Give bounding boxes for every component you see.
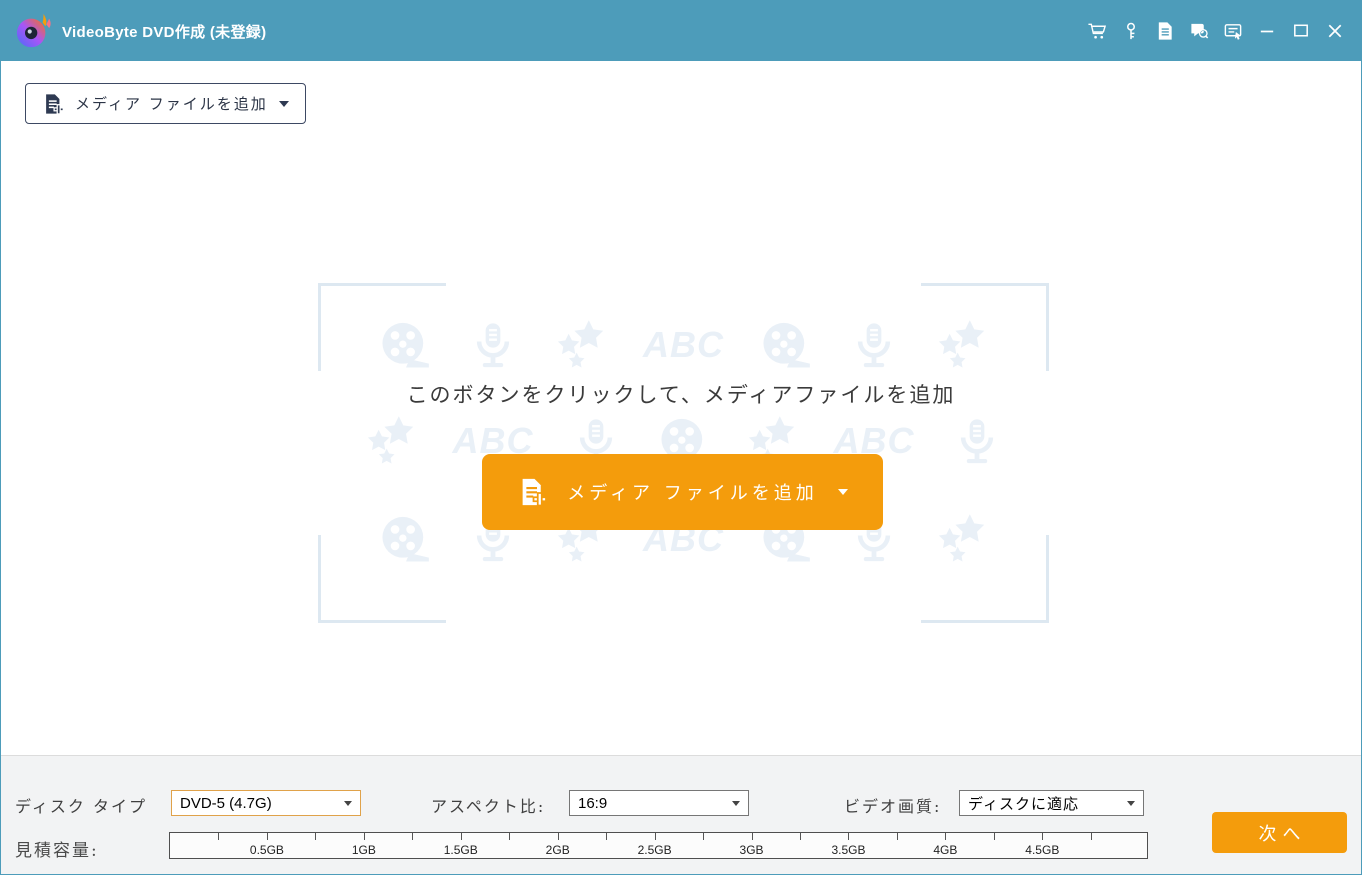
titlebar: VideoByte DVD作成 (未登録) (1, 1, 1361, 61)
capacity-tick (315, 833, 317, 840)
capacity-tick (703, 833, 705, 840)
chevron-down-icon (344, 800, 352, 806)
capacity-tick (654, 833, 656, 840)
capacity-label: 3.5GB (831, 843, 866, 857)
estimated-capacity-label: 見積容量: (15, 841, 99, 861)
capacity-label: 4.5GB (1025, 843, 1060, 857)
mic-watermark-icon (467, 319, 519, 371)
capacity-tick (848, 833, 850, 840)
media-list-area: メディア ファイルを追加 ABC ABC ABC ABC このボタンをクリックして、メ… (1, 61, 1361, 755)
mic-watermark-icon (848, 319, 900, 371)
capacity-tick (218, 833, 220, 840)
add-file-icon (46, 93, 64, 115)
capacity-tick (1042, 833, 1044, 840)
drop-zone: ABC ABC ABC ABC (318, 283, 1049, 623)
capacity-ruler: 0.5GB 1GB 1.5GB 2GB 2.5GB 3GB 3.5GB 4GB 4.5GB (169, 832, 1148, 859)
app-title: VideoByte DVD作成 (未登録) (62, 23, 267, 41)
capacity-tick (1090, 833, 1092, 840)
disc-type-label: ディスク タイプ (15, 797, 147, 816)
capacity-tick (945, 833, 947, 840)
titlebar-actions (1087, 21, 1345, 41)
capacity-tick (751, 833, 753, 840)
disc-type-select[interactable]: DVD-5 (4.7G) (171, 790, 361, 816)
chevron-down-icon (1127, 800, 1135, 806)
capacity-tick (800, 833, 801, 840)
capacity-tick (606, 833, 608, 840)
capacity-tick (412, 833, 414, 840)
next-button[interactable]: 次へ (1212, 812, 1347, 853)
checklist-icon[interactable] (1223, 21, 1243, 41)
capacity-tick (993, 833, 995, 840)
stars-watermark-icon (365, 415, 417, 467)
add-media-toolbar-label: メディア ファイルを追加 (75, 95, 268, 113)
add-media-toolbar-button[interactable]: メディア ファイルを追加 (25, 83, 306, 124)
chevron-down-icon (278, 100, 289, 107)
disc-type-value: DVD-5 (4.7G) (180, 794, 272, 812)
capacity-label: 1.5GB (443, 843, 478, 857)
abc-watermark: ABC (643, 324, 724, 365)
close-button[interactable] (1325, 21, 1345, 41)
drop-zone-corner (921, 535, 1049, 623)
video-quality-value: ディスクに適応 (968, 794, 1079, 813)
cart-icon[interactable] (1087, 21, 1107, 41)
video-quality-select[interactable]: ディスクに適応 (959, 790, 1144, 816)
drop-zone-corner (318, 535, 446, 623)
add-media-main-label: メディア ファイルを追加 (567, 483, 818, 504)
capacity-tick (896, 833, 898, 840)
capacity-tick (460, 833, 462, 840)
bottom-settings-bar: ディスク タイプ DVD-5 (4.7G) アスペクト比: 16:9 ビデオ画質… (1, 755, 1361, 874)
drop-zone-corner (921, 283, 1049, 371)
aspect-ratio-label: アスペクト比: (431, 797, 546, 816)
capacity-label: 1GB (351, 843, 376, 857)
app-window: VideoByte DVD作成 (未登録) メディア ファイルを追加 ABC A… (0, 0, 1362, 875)
capacity-tick (557, 833, 559, 840)
mic-watermark-icon (951, 415, 1003, 467)
capacity-label: 3GB (739, 843, 764, 857)
chevron-down-icon (732, 800, 740, 806)
capacity-tick (509, 833, 511, 840)
minimize-button[interactable] (1257, 21, 1277, 41)
maximize-button[interactable] (1291, 21, 1311, 41)
feedback-icon[interactable] (1189, 21, 1209, 41)
aspect-ratio-value: 16:9 (578, 794, 608, 812)
capacity-tick (363, 833, 365, 840)
capacity-label: 2GB (545, 843, 570, 857)
key-icon[interactable] (1121, 21, 1141, 41)
app-logo-icon (16, 13, 51, 48)
drop-zone-corner (318, 283, 446, 371)
reel-watermark-icon (760, 319, 812, 371)
empty-state-hint: このボタンをクリックして、メディアファイルを追加 (406, 383, 956, 407)
capacity-label: 0.5GB (249, 843, 284, 857)
video-quality-label: ビデオ画質: (844, 797, 942, 816)
add-media-main-button[interactable]: メディア ファイルを追加 (482, 454, 883, 530)
aspect-ratio-select[interactable]: 16:9 (569, 790, 749, 816)
capacity-label: 2.5GB (637, 843, 672, 857)
capacity-label: 4GB (933, 843, 958, 857)
register-icon[interactable] (1155, 21, 1175, 41)
capacity-tick (266, 833, 268, 840)
add-file-icon (522, 478, 548, 507)
stars-watermark-icon (555, 319, 607, 371)
chevron-down-icon (837, 489, 848, 495)
